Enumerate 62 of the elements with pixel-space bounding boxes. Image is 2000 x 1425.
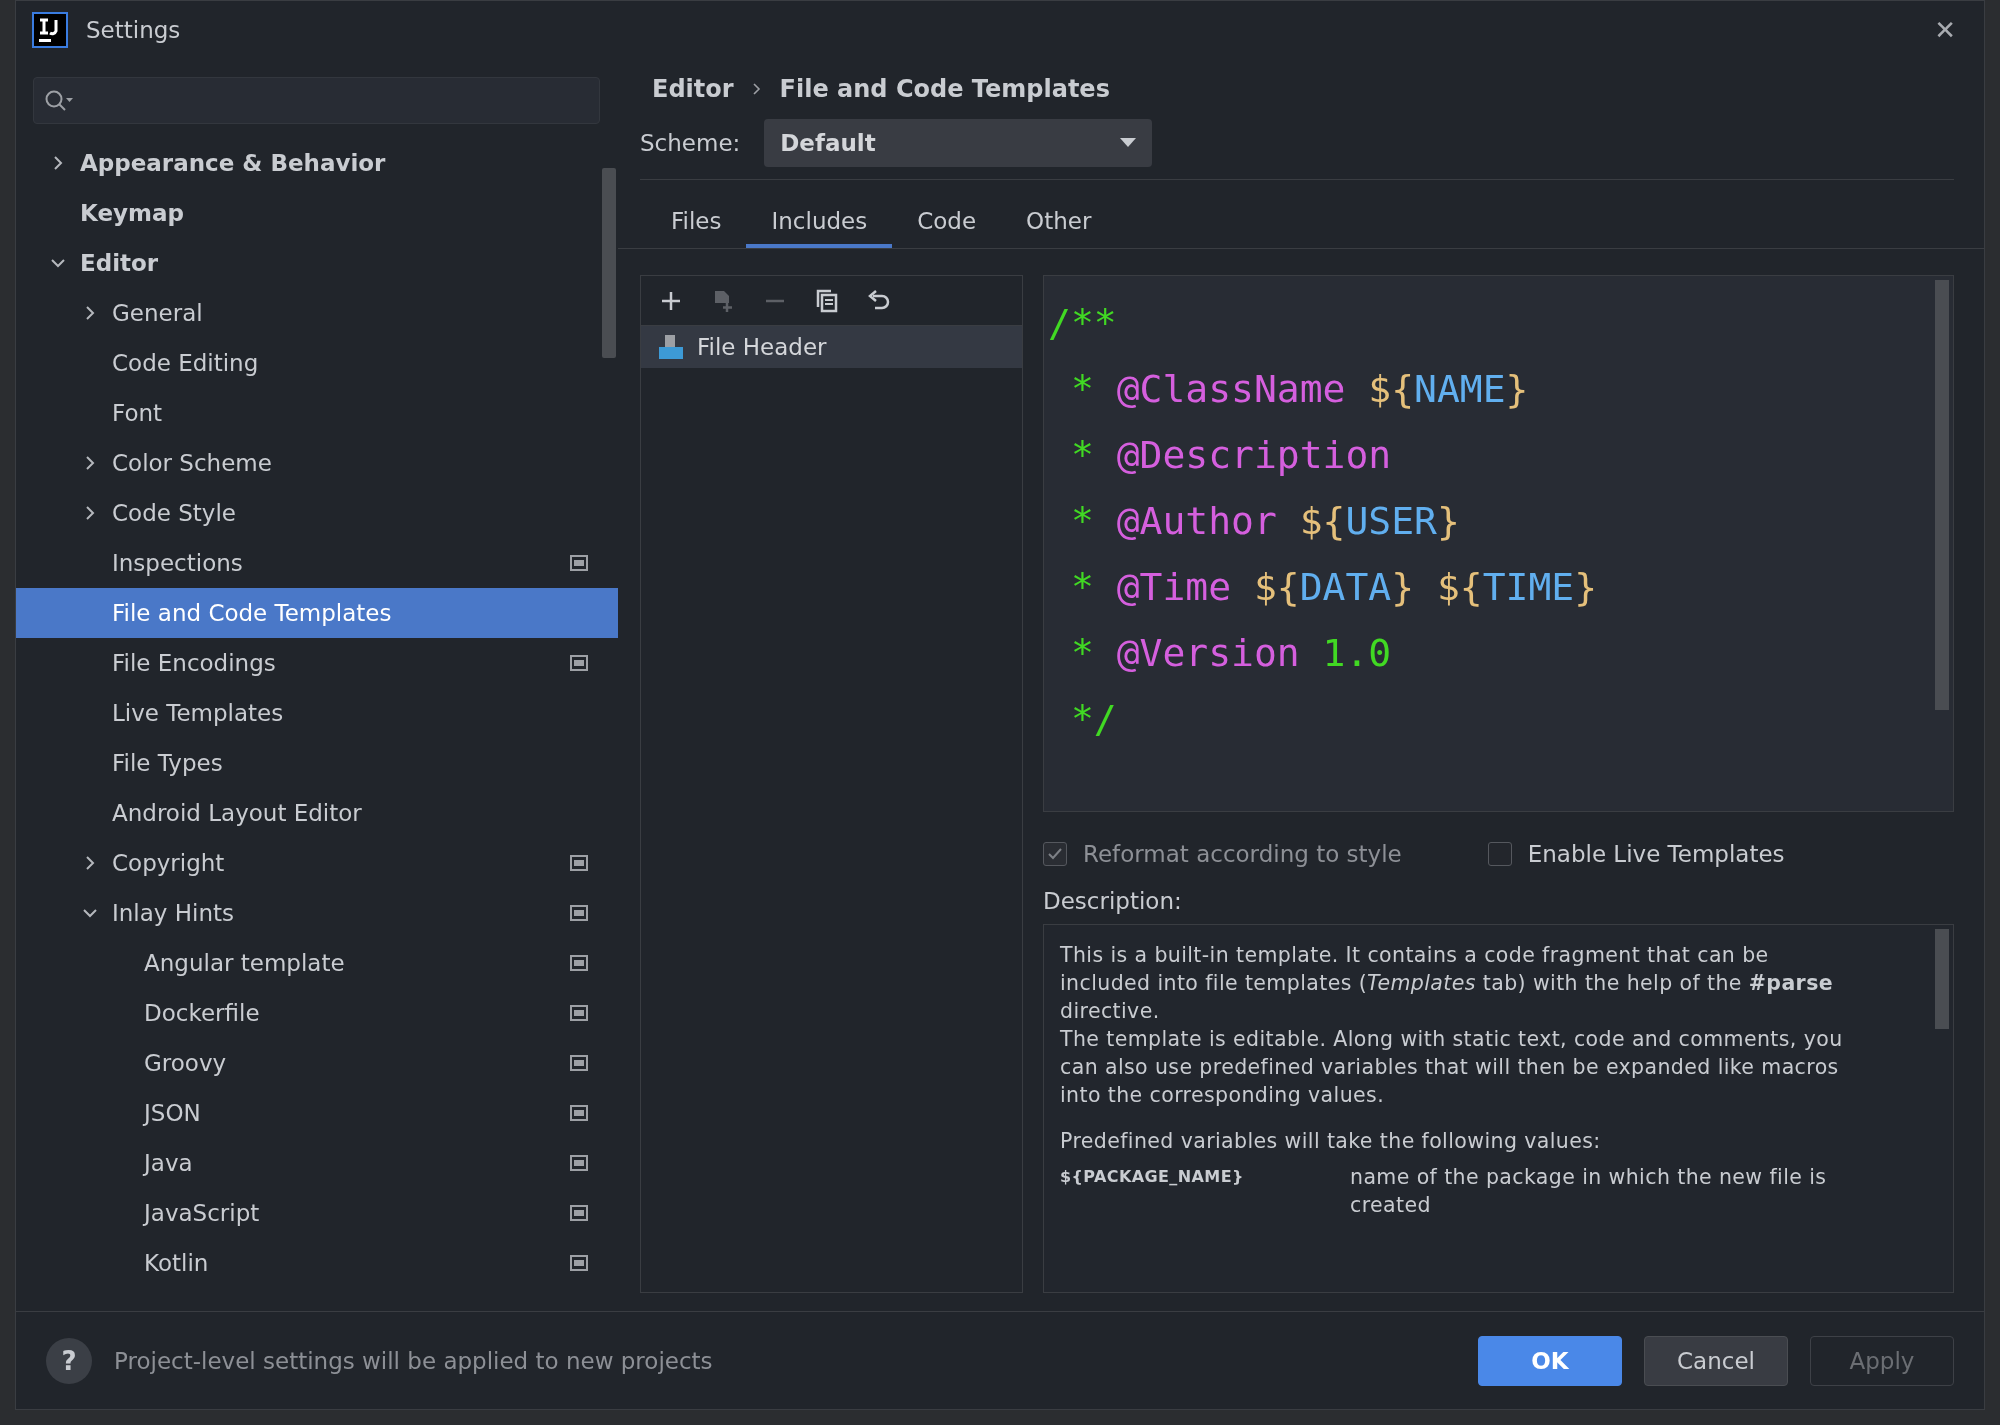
tree-item[interactable]: File and Code Templates [16,588,618,638]
description-text: Predefined variables will take the following values: [1060,1128,1602,1155]
search-field[interactable] [33,77,600,124]
breadcrumb-item: Editor [652,75,734,103]
search-icon [44,88,74,113]
tab[interactable]: Includes [746,196,893,248]
tree-item[interactable]: Font [16,388,618,438]
file-icon [657,333,685,361]
variable-description: name of the package in which the new file is created [1350,1164,1828,1219]
checkbox[interactable]: Enable Live Templates [1487,841,1785,867]
tree-item[interactable]: Copyright [16,838,618,888]
app-logo-icon [32,12,68,48]
tree-item[interactable]: Dockerfile [16,988,618,1038]
tree-item[interactable]: Editor [16,238,618,288]
dialog-button[interactable]: Cancel [1644,1335,1788,1386]
tree-item[interactable]: Keymap [16,188,618,238]
tab[interactable]: Files [646,196,747,248]
tree-item[interactable]: JavaScript [16,1188,618,1238]
close-button[interactable]: ✕ [1922,15,1968,45]
description-text: This is a built-in template. It contains a code fragment that can be included into file templates (Templates tab) with the help of the #parse directive. [1060,942,1835,1025]
tab[interactable]: Code [892,196,1002,248]
description-text: The template is editable. Along with static text, code and comments, you can also use predefined variables that will then be expanded like macros into the corresponding values. [1060,1026,1844,1109]
window-title: Settings [86,17,181,43]
tree-item[interactable]: Color Scheme [16,438,618,488]
chevron-right-icon [751,82,762,96]
tab[interactable]: Other [1001,196,1117,248]
tree-item[interactable]: Appearance & Behavior [16,138,618,188]
tree-item[interactable]: Inspections [16,538,618,588]
tree-item[interactable]: Android Layout Editor [16,788,618,838]
tree-item[interactable]: Code Editing [16,338,618,388]
template-item[interactable]: File Header [641,326,1022,368]
breadcrumb-item: File and Code Templates [779,75,1110,103]
code-line: * @Time ${DATA} ${TIME} [1069,564,1599,611]
scrollbar[interactable] [1935,929,1949,1029]
code-line: * @ClassName ${NAME} [1069,366,1530,413]
tree-item[interactable]: Angular template [16,938,618,988]
help-button[interactable]: ? [46,1337,92,1384]
tree-item[interactable]: File Encodings [16,638,618,688]
scheme-label: Scheme: [640,130,741,156]
footer-note: Project-level settings will be applied to new projects [114,1347,713,1374]
code-editor[interactable]: /** * @ClassName ${NAME} * @Description * @Author ${USER} * @Time ${DATA} ${TIME} * @Version 1.0 */ [1043,275,1954,812]
scrollbar[interactable] [602,168,616,358]
variable-name: ${PACKAGE_NAME} [1060,1166,1245,1188]
code-line: * @Author ${USER} [1069,498,1461,545]
code-line: */ [1069,696,1118,743]
tree-item[interactable]: Kotlin [16,1238,618,1288]
tree-item[interactable]: General [16,288,618,338]
scheme-dropdown[interactable]: Default [764,119,1153,167]
tree-item[interactable]: Java [16,1138,618,1188]
tree-item[interactable]: File Types [16,738,618,788]
dropdown-arrow-icon [1120,138,1137,148]
tree-item[interactable]: Live Templates [16,688,618,738]
code-line: * @Version 1.0 [1069,630,1393,677]
scrollbar[interactable] [1935,280,1949,710]
dialog-button[interactable]: OK [1478,1335,1622,1386]
code-line: * @Description [1069,432,1393,479]
tree-item[interactable]: Groovy [16,1038,618,1088]
tree-item[interactable]: Code Style [16,488,618,538]
code-line: /** [1048,300,1118,347]
tree-item[interactable]: JSON [16,1088,618,1138]
description-label: Description: [1043,888,1183,914]
tree-item[interactable]: Inlay Hints [16,888,618,938]
